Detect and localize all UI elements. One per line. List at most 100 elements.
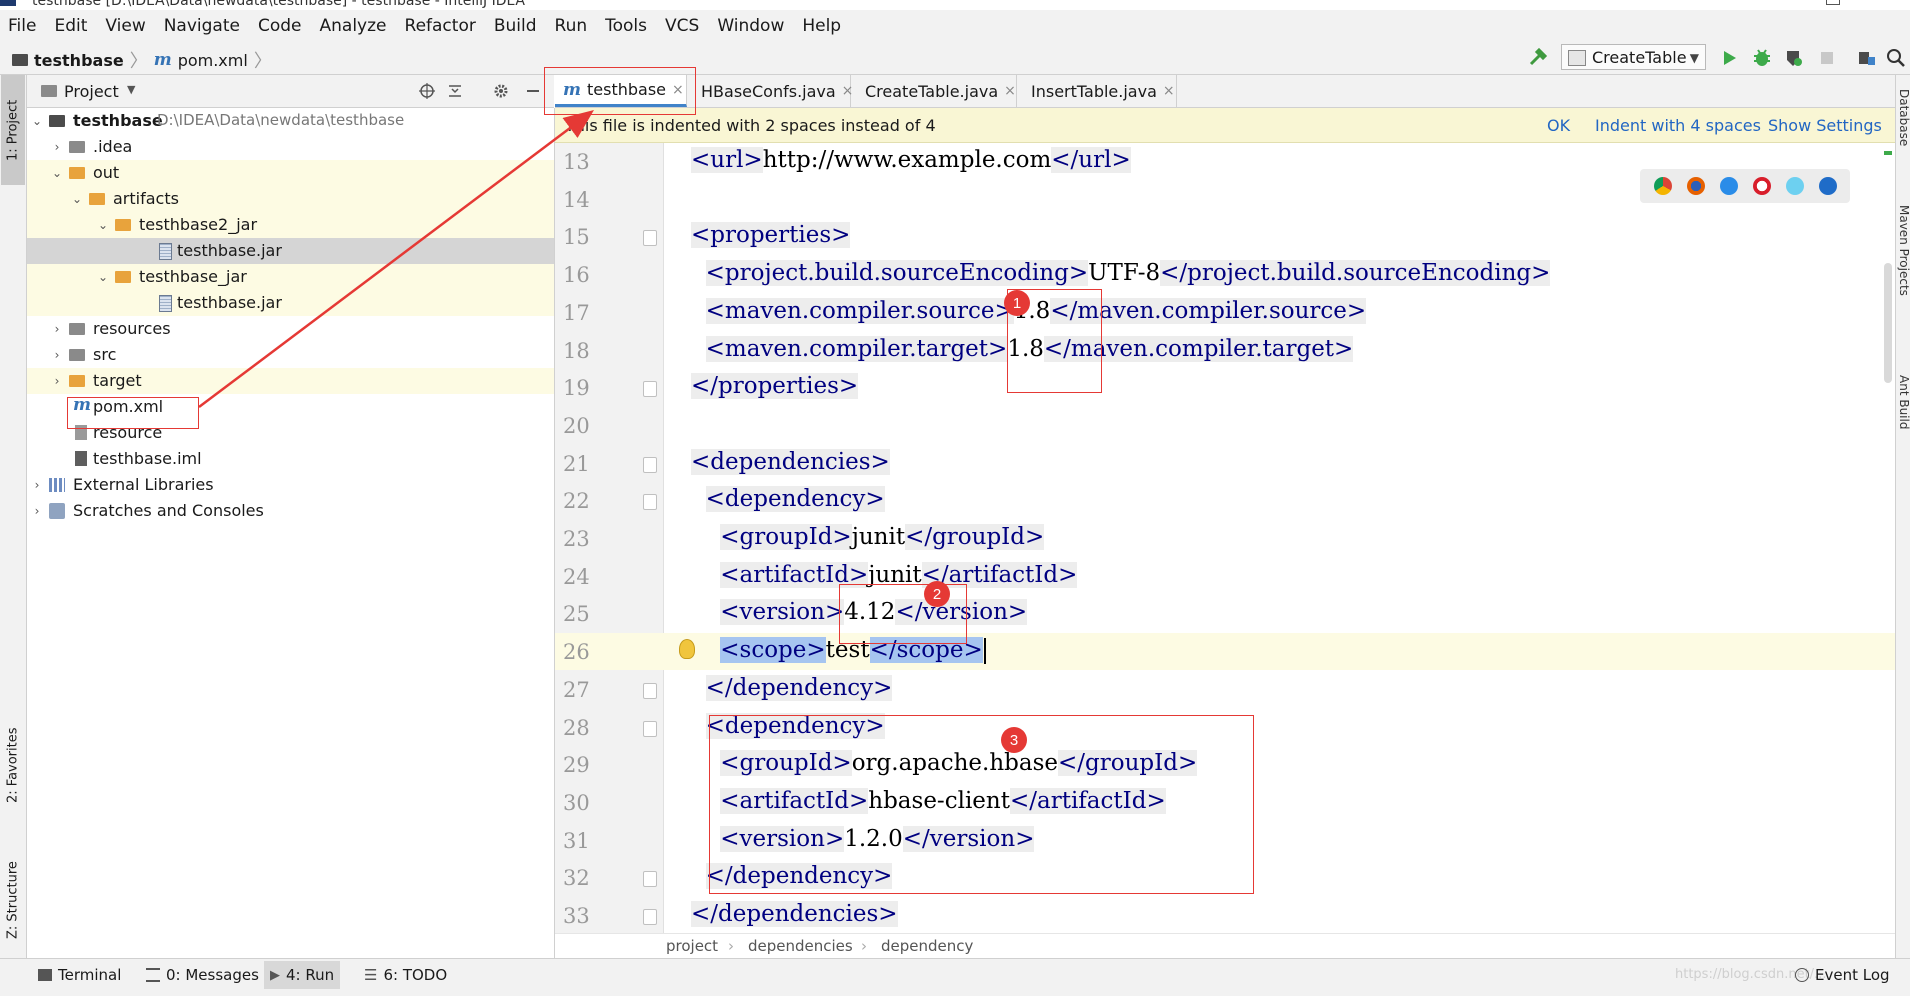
- tree-row-resources[interactable]: › resources: [27, 316, 554, 342]
- tool-tab-todo[interactable]: ☰ 6: TODO: [364, 966, 447, 984]
- code-line[interactable]: 28 <dependency>: [555, 709, 1895, 746]
- code-line[interactable]: 24 <artifactId>junit</artifactId>: [555, 558, 1895, 595]
- nav-project[interactable]: testhbase: [34, 51, 124, 70]
- run-configuration-select[interactable]: CreateTable ▼: [1561, 44, 1706, 70]
- close-icon[interactable]: ×: [1004, 83, 1016, 99]
- crumb-dependencies[interactable]: dependencies: [748, 937, 853, 955]
- code-line[interactable]: 15 <properties>: [555, 218, 1895, 255]
- editor-scrollbar[interactable]: [1882, 143, 1894, 933]
- code-line[interactable]: 31 <version>1.2.0</version>: [555, 822, 1895, 859]
- tool-tab-database[interactable]: Database: [1896, 89, 1910, 169]
- menu-file[interactable]: File: [0, 16, 45, 36]
- chevron-right-icon[interactable]: ›: [51, 322, 63, 336]
- tool-tab-messages[interactable]: 0: Messages: [146, 966, 259, 984]
- edge-icon[interactable]: [1818, 177, 1837, 195]
- menu-tools[interactable]: Tools: [596, 16, 656, 36]
- crumb-project[interactable]: project: [666, 937, 718, 955]
- coverage-icon[interactable]: [1784, 48, 1804, 68]
- menu-view[interactable]: View: [96, 16, 154, 36]
- restore-window-icon[interactable]: [1826, 0, 1840, 5]
- nav-file[interactable]: pom.xml: [178, 51, 248, 70]
- scrollbar-thumb[interactable]: [1884, 263, 1892, 383]
- stop-icon[interactable]: [1817, 48, 1837, 68]
- menu-build[interactable]: Build: [485, 16, 546, 36]
- debug-icon[interactable]: [1752, 48, 1772, 68]
- fold-marker-icon[interactable]: [643, 720, 657, 737]
- tree-row-testhbase2-jar[interactable]: ⌄ testhbase2_jar: [27, 212, 554, 238]
- tree-row-external-libraries[interactable]: › External Libraries: [27, 472, 554, 498]
- chevron-down-icon[interactable]: ▼: [127, 83, 135, 96]
- indent-link[interactable]: Indent with 4 spaces: [1595, 116, 1761, 135]
- chevron-right-icon[interactable]: ›: [31, 504, 43, 518]
- code-line[interactable]: 17 <maven.compiler.source>1.8</maven.com…: [555, 294, 1895, 331]
- chevron-down-icon[interactable]: ⌄: [51, 166, 63, 180]
- menu-help[interactable]: Help: [793, 16, 850, 36]
- tab-createtable[interactable]: CreateTable.java ×: [851, 75, 1017, 107]
- menu-run[interactable]: Run: [546, 16, 597, 36]
- tool-tab-structure[interactable]: Z: Structure: [1, 845, 25, 955]
- tool-tab-project[interactable]: 1: Project: [1, 75, 25, 185]
- ok-link[interactable]: OK: [1547, 116, 1570, 135]
- code-line[interactable]: 32 </dependency>: [555, 859, 1895, 896]
- tool-tab-ant[interactable]: Ant Build: [1896, 375, 1910, 465]
- tool-tab-event-log[interactable]: Event Log: [1795, 966, 1890, 984]
- menu-refactor[interactable]: Refactor: [396, 16, 485, 36]
- code-line[interactable]: 29 <groupId>org.apache.hbase</groupId>: [555, 746, 1895, 783]
- fold-marker-icon[interactable]: [643, 381, 657, 398]
- code-line[interactable]: 22 <dependency>: [555, 482, 1895, 519]
- chevron-down-icon[interactable]: ⌄: [97, 218, 109, 232]
- chevron-down-icon[interactable]: ⌄: [97, 270, 109, 284]
- tab-hbaseconfs[interactable]: HBaseConfs.java ×: [687, 75, 853, 107]
- code-line[interactable]: 20: [555, 407, 1895, 444]
- code-line[interactable]: 23 <groupId>junit</groupId>: [555, 520, 1895, 557]
- chevron-right-icon[interactable]: ›: [51, 348, 63, 362]
- fold-marker-icon[interactable]: [643, 456, 657, 473]
- chevron-down-icon[interactable]: ⌄: [31, 114, 43, 128]
- collapse-all-icon[interactable]: [447, 83, 463, 99]
- tree-row-jar-1[interactable]: testhbase.jar: [27, 238, 554, 264]
- code-line[interactable]: 25 <version>4.12</version>: [555, 595, 1895, 632]
- menu-window[interactable]: Window: [708, 16, 793, 36]
- safari-icon[interactable]: [1719, 177, 1738, 195]
- code-line[interactable]: 18 <maven.compiler.target>1.8</maven.com…: [555, 332, 1895, 369]
- code-line[interactable]: 33 </dependencies>: [555, 897, 1895, 933]
- tool-tab-terminal[interactable]: Terminal: [38, 966, 121, 984]
- opera-icon[interactable]: [1752, 177, 1771, 195]
- tree-row-artifacts[interactable]: ⌄ artifacts: [27, 186, 554, 212]
- fold-marker-icon[interactable]: [643, 871, 657, 888]
- tree-row-idea[interactable]: › .idea: [27, 134, 554, 160]
- show-settings-link[interactable]: Show Settings: [1768, 116, 1882, 135]
- fold-marker-icon[interactable]: [643, 494, 657, 511]
- code-line[interactable]: 16 <project.build.sourceEncoding>UTF-8</…: [555, 256, 1895, 293]
- code-line[interactable]: 30 <artifactId>hbase-client</artifactId>: [555, 784, 1895, 821]
- search-icon[interactable]: [1886, 48, 1906, 68]
- tool-tab-maven[interactable]: Maven Projects: [1896, 205, 1910, 365]
- locate-icon[interactable]: [419, 83, 435, 99]
- tree-row-iml[interactable]: testhbase.iml: [27, 446, 554, 472]
- fold-marker-icon[interactable]: [643, 909, 657, 925]
- tab-inserttable[interactable]: InsertTable.java ×: [1017, 75, 1177, 107]
- code-line[interactable]: 27 </dependency>: [555, 671, 1895, 708]
- code-line[interactable]: 21 <dependencies>: [555, 445, 1895, 482]
- hide-panel-icon[interactable]: [525, 83, 541, 99]
- fold-marker-icon[interactable]: [643, 682, 657, 699]
- chevron-down-icon[interactable]: ⌄: [71, 192, 83, 206]
- gear-icon[interactable]: [493, 83, 509, 99]
- tool-tab-favorites[interactable]: 2: Favorites: [1, 715, 25, 815]
- project-view-label[interactable]: Project: [64, 82, 119, 101]
- menu-vcs[interactable]: VCS: [656, 16, 708, 36]
- code-line[interactable]: 19 </properties>: [555, 369, 1895, 406]
- chrome-icon[interactable]: [1653, 177, 1672, 195]
- fold-marker-icon[interactable]: [643, 230, 657, 247]
- tree-row-testhbase-jar[interactable]: ⌄ testhbase_jar: [27, 264, 554, 290]
- tree-row-resource[interactable]: resource: [27, 420, 554, 446]
- chevron-right-icon[interactable]: ›: [51, 374, 63, 388]
- build-hammer-icon[interactable]: [1528, 48, 1548, 68]
- close-icon[interactable]: ×: [1163, 83, 1175, 99]
- project-structure-icon[interactable]: [1857, 48, 1877, 68]
- tree-row-scratches[interactable]: › Scratches and Consoles: [27, 498, 554, 524]
- chevron-right-icon[interactable]: ›: [51, 140, 63, 154]
- tree-row-src[interactable]: › src: [27, 342, 554, 368]
- tree-row-pom[interactable]: m pom.xml: [27, 394, 554, 420]
- tab-testhbase[interactable]: m testhbase ×: [555, 75, 687, 107]
